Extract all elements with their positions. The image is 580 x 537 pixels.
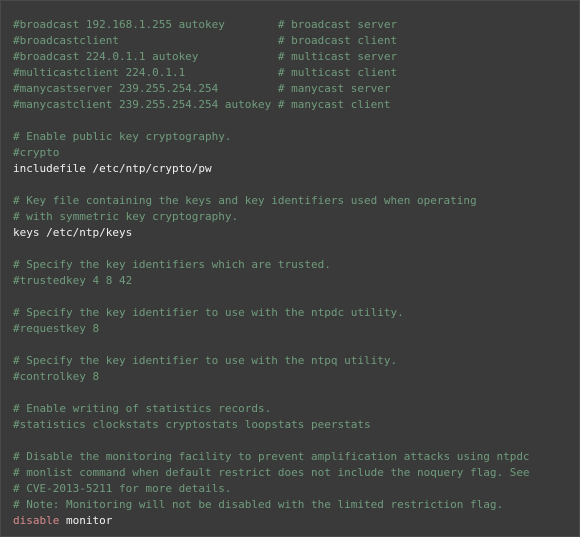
comment-text: # Enable writing of statistics records. [13,402,272,415]
code-content[interactable]: #broadcast 192.168.1.255 autokey # broad… [13,17,530,529]
comment-text: # with symmetric key cryptography. [13,210,239,223]
comment-text: # Note: Monitoring will not be disabled … [13,498,504,511]
code-line: # Enable writing of statistics records. [13,401,530,417]
code-line: #multicastclient 224.0.1.1 # multicast c… [13,65,530,81]
code-line: # with symmetric key cryptography. [13,209,530,225]
code-line: # Specify the key identifiers which are … [13,257,530,273]
comment-text: #crypto [13,146,60,159]
comment-text: #manycastserver 239.255.254.254 # manyca… [13,82,391,95]
comment-text: # CVE-2013-5211 for more details. [13,482,232,495]
code-line: # Enable public key cryptography. [13,129,530,145]
code-line: #statistics clockstats cryptostats loops… [13,417,530,433]
comment-text: #broadcast 224.0.1.1 autokey # multicast… [13,50,398,63]
code-text: includefile /etc/ntp/crypto/pw [13,162,212,175]
code-line: # Note: Monitoring will not be disabled … [13,497,530,513]
code-line: #controlkey 8 [13,369,530,385]
comment-text: #requestkey 8 [13,322,100,335]
code-editor[interactable]: #broadcast 192.168.1.255 autokey # broad… [0,0,580,537]
comment-text: #statistics clockstats cryptostats loops… [13,418,371,431]
comment-text: # Specify the key identifiers which are … [13,258,331,271]
comment-text: #broadcastclient # broadcast client [13,34,398,47]
code-line: #broadcast 224.0.1.1 autokey # multicast… [13,49,530,65]
code-line: keys /etc/ntp/keys [13,225,530,241]
comment-text: # Key file containing the keys and key i… [13,194,477,207]
comment-text: #multicastclient 224.0.1.1 # multicast c… [13,66,398,79]
code-line: #broadcastclient # broadcast client [13,33,530,49]
code-line: disable monitor [13,513,530,529]
code-text: monitor [59,514,113,527]
code-line: #broadcast 192.168.1.255 autokey # broad… [13,17,530,33]
code-line: #requestkey 8 [13,321,530,337]
comment-text: # Specify the key identifier to use with… [13,306,404,319]
keyword-text: disable [13,514,60,527]
code-text: keys /etc/ntp/keys [13,226,133,239]
code-line: # Specify the key identifier to use with… [13,353,530,369]
comment-text: # Specify the key identifier to use with… [13,354,398,367]
code-line: #crypto [13,145,530,161]
comment-text: # monlist command when default restrict … [13,466,530,479]
code-line: # Key file containing the keys and key i… [13,193,530,209]
code-line: # CVE-2013-5211 for more details. [13,481,530,497]
comment-text: #broadcast 192.168.1.255 autokey # broad… [13,18,398,31]
code-line: #manycastclient 239.255.254.254 autokey … [13,97,530,113]
comment-text: #manycastclient 239.255.254.254 autokey … [13,98,391,111]
comment-text: #trustedkey 4 8 42 [13,274,133,287]
code-line: # monlist command when default restrict … [13,465,530,481]
comment-text: # Enable public key cryptography. [13,130,232,143]
comment-text: #controlkey 8 [13,370,100,383]
code-line: # Disable the monitoring facility to pre… [13,449,530,465]
code-line: #manycastserver 239.255.254.254 # manyca… [13,81,530,97]
code-line: # Specify the key identifier to use with… [13,305,530,321]
comment-text: # Disable the monitoring facility to pre… [13,450,530,463]
code-line: includefile /etc/ntp/crypto/pw [13,161,530,177]
code-line: #trustedkey 4 8 42 [13,273,530,289]
